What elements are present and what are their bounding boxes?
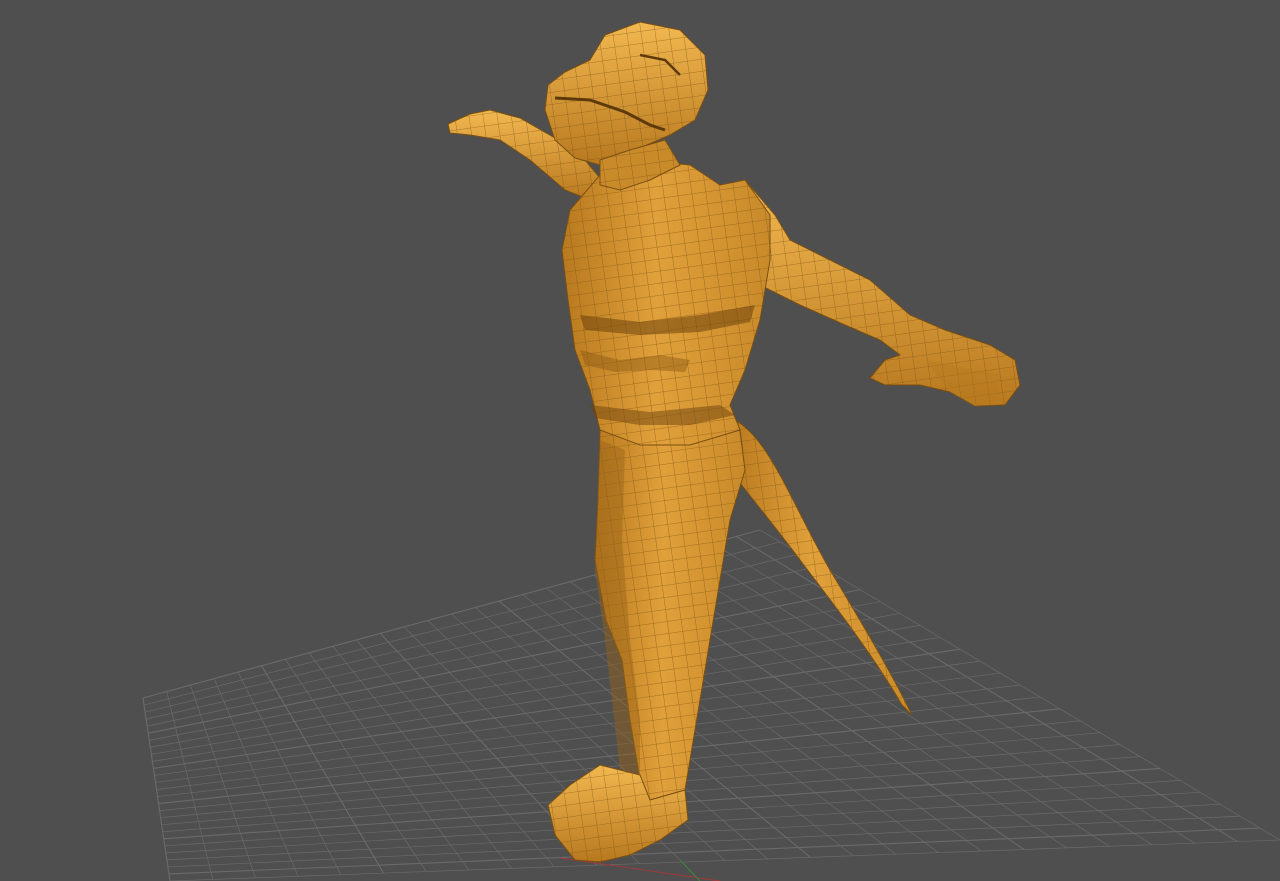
viewport-scene[interactable] — [0, 0, 1280, 881]
3d-viewport[interactable] — [0, 0, 1280, 881]
